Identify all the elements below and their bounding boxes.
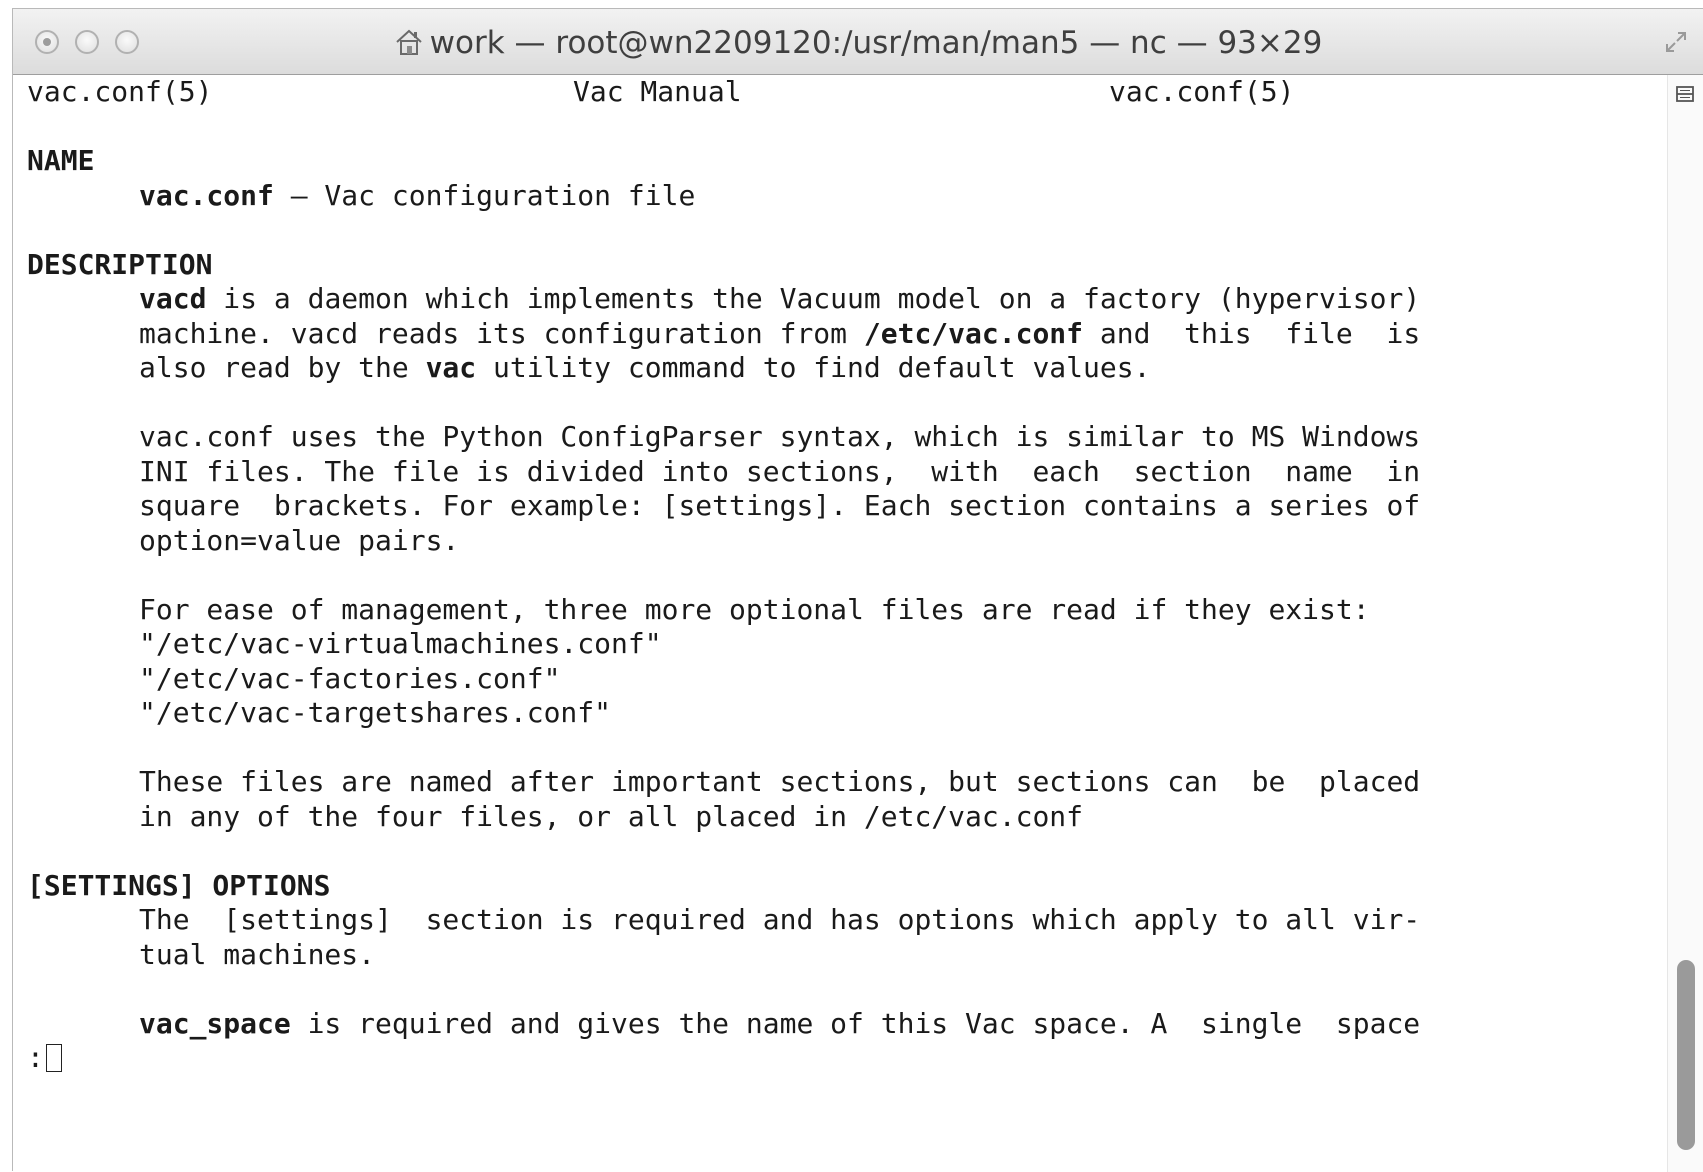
settings-p2-line: vac_space is required and gives the name… xyxy=(139,1007,1420,1042)
split-handle-icon[interactable] xyxy=(1676,85,1694,103)
man-header-center: Vac Manual xyxy=(573,75,742,108)
desc-p2-line: option=value pairs. xyxy=(139,523,460,557)
name-command: vac.conf xyxy=(139,178,274,212)
man-header-left: vac.conf(5) xyxy=(27,75,213,108)
home-icon xyxy=(395,29,422,55)
desc-p1-line1: vacd is a daemon which implements the Va… xyxy=(139,282,1420,317)
vacd-command: vacd xyxy=(139,282,207,315)
text-cursor xyxy=(45,1044,62,1072)
desc-p1-line1-text: is a daemon which implements the Vacuum … xyxy=(206,282,1421,315)
settings-p1-line: The [settings] section is required and h… xyxy=(139,903,1421,936)
desc-p3-line: For ease of management, three more optio… xyxy=(139,592,1370,626)
scrollbar-thumb[interactable] xyxy=(1677,960,1695,1150)
desc-p1-line2-end: and this file is xyxy=(1083,316,1421,350)
section-heading-settings: [SETTINGS] OPTIONS xyxy=(27,868,331,902)
desc-p2-line: INI files. The file is divided into sect… xyxy=(139,454,1421,488)
title-bar[interactable]: work — root@wn2209120:/usr/man/man5 — nc… xyxy=(13,9,1703,75)
name-line: vac.conf – Vac configuration file xyxy=(139,179,695,214)
section-heading-description: DESCRIPTION xyxy=(27,247,213,281)
desc-p3-line: "/etc/vac-targetshares.conf" xyxy=(139,696,612,729)
settings-p1-line: tual machines. xyxy=(139,937,376,971)
desc-p3-line: "/etc/vac-factories.conf" xyxy=(139,661,561,695)
window-title: work — root@wn2209120:/usr/man/man5 — nc… xyxy=(429,25,1323,61)
desc-p1-line3-text: also read by the xyxy=(139,351,426,384)
desc-p1-line2: machine. vacd reads its configuration fr… xyxy=(139,317,1420,352)
vac-command: vac xyxy=(425,351,477,384)
desc-p1-line3-end: utility command to find default values. xyxy=(476,351,1151,384)
config-path: /etc/vac.conf xyxy=(863,316,1084,350)
name-description: – Vac configuration file xyxy=(273,178,696,212)
pager-prompt-line[interactable]: : xyxy=(27,1041,62,1076)
section-heading-name: NAME xyxy=(27,144,95,177)
vac-space-option: vac_space xyxy=(139,1006,291,1040)
settings-p2-text: is required and gives the name of this V… xyxy=(290,1006,1421,1040)
pager-prompt: : xyxy=(27,1041,44,1074)
window-title-group: work — root@wn2209120:/usr/man/man5 — nc… xyxy=(13,25,1703,61)
desc-p1-line3: also read by the vac utility command to … xyxy=(139,351,1150,386)
resize-icon[interactable] xyxy=(1663,29,1689,55)
desc-p4-line: These files are named after important se… xyxy=(139,765,1421,798)
desc-p2-line: square brackets. For example: [settings]… xyxy=(139,489,1421,522)
vertical-scrollbar[interactable] xyxy=(1667,75,1703,1172)
terminal-window: work — root@wn2209120:/usr/man/man5 — nc… xyxy=(12,8,1703,1172)
desc-p2-line: vac.conf uses the Python ConfigParser sy… xyxy=(139,420,1421,453)
man-header-right: vac.conf(5) xyxy=(1109,75,1295,108)
desc-p3-line: "/etc/vac-virtualmachines.conf" xyxy=(139,627,662,660)
desc-p1-line2-text: machine. vacd reads its configuration fr… xyxy=(139,316,864,350)
terminal-content[interactable]: vac.conf(5) Vac Manual vac.conf(5) NAME … xyxy=(13,75,1668,1172)
desc-p4-line: in any of the four files, or all placed … xyxy=(139,799,1084,833)
